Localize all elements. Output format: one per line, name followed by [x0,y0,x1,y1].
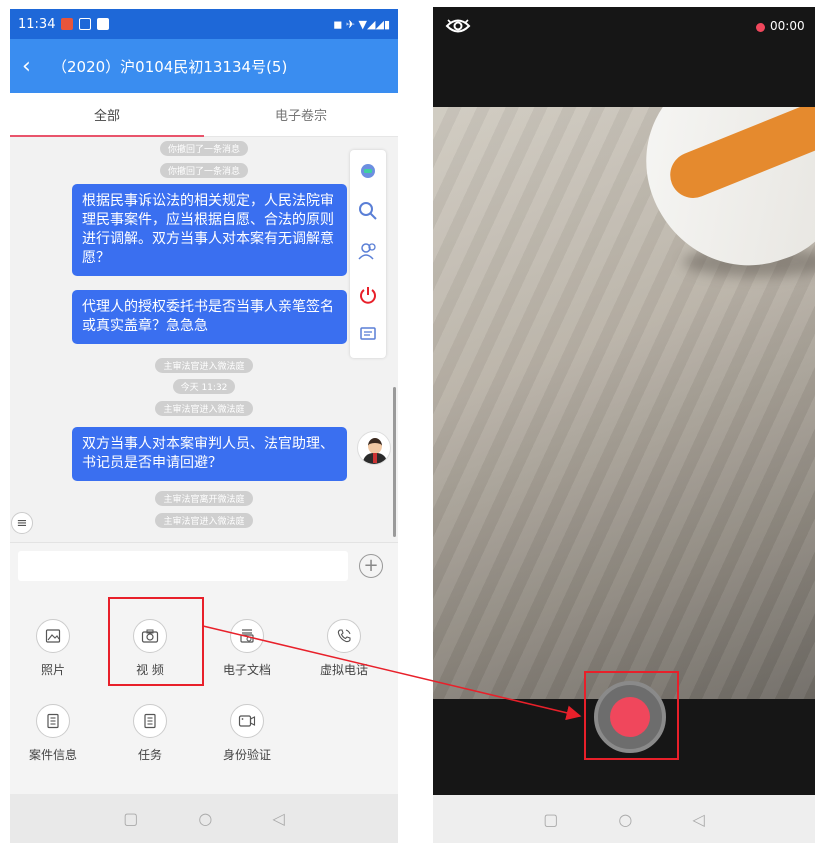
system-message: 主审法官进入微法庭 [155,358,253,373]
plus-icon[interactable]: + [359,554,383,578]
camera-top-bar: 00:00 [433,7,815,107]
recording-dot [756,23,765,32]
video-id-icon [230,704,264,738]
timestamp: 今天 11:32 [172,379,236,394]
scrollbar[interactable] [393,387,396,537]
action-case-info[interactable]: 案件信息 [13,704,93,763]
action-identity-verify[interactable]: 身份验证 [207,704,287,763]
users-icon[interactable] [350,236,386,266]
system-message: 你撤回了一条消息 [159,141,248,156]
tab-bar: 全部 电子卷宗 [10,93,398,137]
camera-viewfinder[interactable] [433,107,815,699]
signal-battery-icons: ◼ ✈ ▼◢◢▮ [333,17,390,31]
system-navbar-right: ▢ ○ ◁ [433,795,815,843]
record-timer: 00:00 [770,19,805,33]
nav-back-icon[interactable]: ◁ [272,809,284,828]
video-highlight-box [108,597,204,686]
input-bar: + [10,542,398,592]
home-icon[interactable]: ○ [618,810,632,829]
app-notification-icon [61,18,74,30]
recent-apps-icon[interactable]: ▢ [123,809,138,828]
chat-area[interactable]: 你撤回了一条消息 你撤回了一条消息 根据民事诉讼法的相关规定，人民法院审理民事案… [10,137,398,542]
system-message: 主审法官进入微法庭 [155,401,253,416]
tab-electronic-files[interactable]: 电子卷宗 [204,93,398,136]
system-message: 主审法官离开微法庭 [155,491,253,506]
avatar[interactable] [357,431,391,465]
status-time: 11:34 [18,16,56,32]
system-message: 主审法官进入微法庭 [155,513,253,528]
left-phone-screen: 11:34 ◼ ✈ ▼◢◢▮ ‹ （2020）沪0104民初13134号(5) … [10,9,398,843]
menu-icon[interactable]: ≡ [11,512,33,534]
system-message: 你撤回了一条消息 [159,163,248,178]
title-bar: ‹ （2020）沪0104民初13134号(5) [10,39,398,93]
record-highlight-box [584,671,679,760]
action-document[interactable]: 电子文档 [207,619,287,678]
camera-switch-icon[interactable] [445,17,471,40]
message-input[interactable] [18,551,348,581]
tab-all[interactable]: 全部 [10,93,204,136]
action-virtual-phone[interactable]: 虚拟电话 [304,619,384,678]
home-icon[interactable]: ○ [198,809,212,828]
system-navbar: ▢ ○ ◁ [10,794,398,843]
nav-back-icon[interactable]: ◁ [692,810,704,829]
action-task[interactable]: 任务 [110,704,190,763]
recent-apps-icon[interactable]: ▢ [543,810,558,829]
gallery-icon [97,18,110,30]
chat-bubble[interactable]: 根据民事诉讼法的相关规定，人民法院审理民事案件，应当根据自愿、合法的原则进行调解… [72,184,347,276]
floating-toolbar [350,150,386,358]
phone-icon [327,619,361,653]
back-icon[interactable]: ‹ [22,54,52,79]
file-icon [36,704,70,738]
chat-bubble[interactable]: 代理人的授权委托书是否当事人亲笔签名或真实盖章？急急急 [72,290,347,344]
message-icon[interactable] [350,320,386,350]
search-icon[interactable] [350,196,386,226]
task-icon [133,704,167,738]
action-panel: 照片 视 频 电子文档 虚拟电话 案件信息 任务 身份验证 [10,592,398,794]
status-bar: 11:34 ◼ ✈ ▼◢◢▮ [10,9,398,39]
face-icon[interactable] [350,156,386,186]
image-icon [36,619,70,653]
page-title: （2020）沪0104民初13134号(5) [52,57,288,76]
power-icon[interactable] [350,280,386,310]
chat-bubble[interactable]: 双方当事人对本案审判人员、法官助理、书记员是否申请回避？ [72,427,347,481]
document-icon [230,619,264,653]
clipboard-icon [79,18,92,30]
action-photo[interactable]: 照片 [13,619,93,678]
